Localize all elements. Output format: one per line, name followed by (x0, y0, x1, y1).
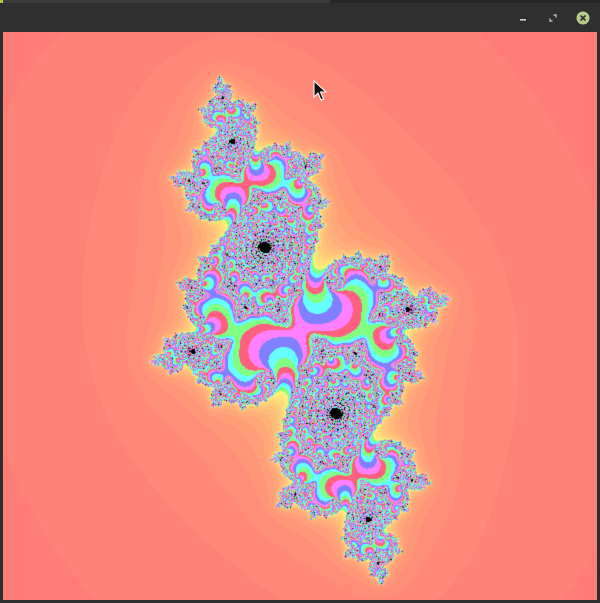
minimize-button[interactable] (516, 11, 530, 25)
title-bar[interactable] (0, 0, 600, 32)
restore-icon (549, 14, 557, 22)
close-icon (576, 11, 590, 25)
close-button[interactable] (576, 11, 590, 25)
application-window (0, 0, 600, 603)
fractal-canvas[interactable] (3, 32, 597, 600)
tab-indicator (0, 0, 3, 3)
julia-set-render[interactable] (3, 32, 597, 600)
minimize-icon (520, 19, 526, 21)
maximize-button[interactable] (546, 11, 560, 25)
tab-strip (0, 0, 330, 3)
